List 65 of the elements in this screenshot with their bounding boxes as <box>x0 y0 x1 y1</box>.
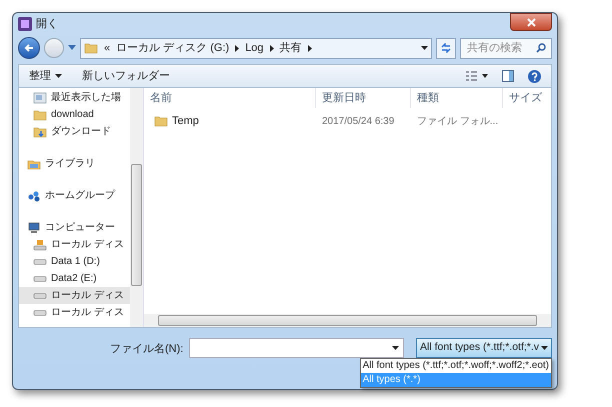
help-icon[interactable] <box>528 70 541 82</box>
file-type: ファイル フォル... <box>416 114 500 128</box>
drive-icon <box>33 258 47 264</box>
address-bar[interactable]: « ローカル ディスク (G:) Log 共有 <box>80 38 432 58</box>
caret-icon <box>55 74 62 78</box>
search-field[interactable]: 共有の検索 <box>460 38 552 58</box>
close-icon <box>526 18 536 26</box>
sidebar-item[interactable]: ローカル ディス <box>19 236 130 253</box>
file-name: Temp <box>172 114 199 129</box>
sidebar-item[interactable]: 最近表示した場 <box>19 89 130 106</box>
sidebar-item[interactable]: Data2 (E:) <box>19 270 130 287</box>
close-button[interactable] <box>510 13 552 31</box>
breadcrumb[interactable]: ローカル ディスク (G:) <box>116 40 230 56</box>
drive-icon <box>33 276 47 282</box>
dropdown-option[interactable]: All font types (*.ttf;*.otf;*.woff;*.woff2;*.eot) <box>360 359 551 373</box>
folder-icon <box>84 41 98 55</box>
download-folder-icon <box>33 124 47 138</box>
column-header[interactable]: サイズ <box>503 88 551 108</box>
search-icon <box>536 42 546 52</box>
drive-icon <box>33 292 47 298</box>
folder-icon <box>154 114 168 128</box>
recent-places-icon <box>33 90 47 104</box>
sidebar-item[interactable]: コンピューター <box>19 219 130 236</box>
modified-date: 2017/05/24 6:39 <box>321 114 396 128</box>
chevron-icon[interactable] <box>270 44 274 52</box>
sidebar-item[interactable]: ライブラリ <box>19 155 130 172</box>
sidebar-item[interactable]: ダウンロード <box>19 123 130 140</box>
filename-field[interactable] <box>189 338 404 358</box>
column-header[interactable]: 更新日時 <box>316 88 411 108</box>
breadcrumb[interactable]: Log <box>245 40 264 56</box>
column-header[interactable]: 名前 <box>144 88 316 108</box>
homegroup-icon <box>27 188 41 202</box>
caret-icon <box>392 346 399 350</box>
history-dropdown-icon[interactable] <box>68 45 76 51</box>
file-type-select[interactable]: All font types (*.ttf;*.otf;*.v <box>416 338 552 358</box>
caret-icon <box>541 346 548 350</box>
sidebar-item[interactable]: ローカル ディス <box>19 304 130 321</box>
sidebar-item[interactable]: Data 1 (D:) <box>19 253 130 270</box>
column-header[interactable]: 種類 <box>411 88 503 108</box>
new-folder-button[interactable]: 新しいフォルダー <box>82 68 170 84</box>
back-arrow-icon <box>24 43 34 53</box>
vertical-scrollbar[interactable] <box>130 88 143 327</box>
horizontal-scrollbar[interactable] <box>144 314 551 327</box>
filename-label: ファイル名(N): <box>110 342 184 357</box>
drive-icon <box>33 310 47 316</box>
caret-icon[interactable] <box>421 46 428 50</box>
sidebar-item[interactable]: ホームグループ <box>19 187 130 204</box>
chevron-icon[interactable] <box>308 44 312 52</box>
folder-icon <box>33 108 47 122</box>
window-title: 開く <box>36 16 58 32</box>
system-drive-icon <box>33 238 47 252</box>
sidebar-item[interactable]: ローカル ディス <box>19 287 130 304</box>
app-icon <box>18 17 32 31</box>
computer-icon <box>27 220 41 234</box>
preview-pane-icon[interactable] <box>502 70 514 82</box>
breadcrumb[interactable]: 共有 <box>280 40 302 56</box>
chevron-icon[interactable] <box>235 44 240 52</box>
view-options-icon[interactable] <box>466 71 488 81</box>
file-row[interactable]: Temp 2017/05/24 6:39 ファイル フォル... <box>144 110 551 132</box>
organize-menu-button[interactable]: 整理 <box>29 68 62 84</box>
refresh-button[interactable] <box>436 38 456 58</box>
back-button[interactable] <box>18 37 40 59</box>
refresh-icon <box>440 43 452 53</box>
sidebar-item[interactable]: download <box>19 106 130 123</box>
breadcrumb[interactable]: « <box>104 40 110 56</box>
